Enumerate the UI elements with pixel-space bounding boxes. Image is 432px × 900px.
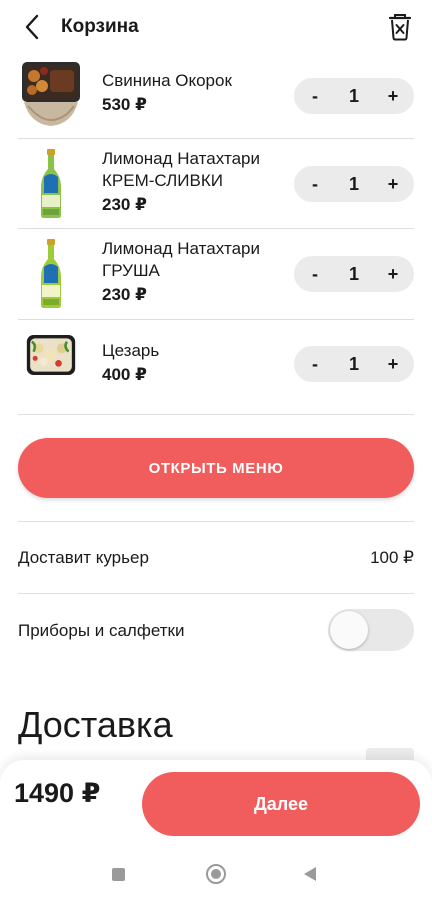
- cart-item: Лимонад Натахтари ГРУША 230 ₽ - 1 +: [18, 229, 414, 320]
- back-button[interactable]: [18, 12, 46, 42]
- decrease-button[interactable]: -: [304, 86, 326, 107]
- lemonade-bottle-image: [41, 239, 61, 308]
- caesar-salad-image: [26, 335, 76, 375]
- increase-button[interactable]: +: [382, 354, 404, 375]
- item-price: 230 ₽: [102, 285, 147, 304]
- checkout-bar: 1490 ₽ Далее: [0, 760, 432, 850]
- courier-price: 100 ₽: [370, 548, 414, 567]
- cart-item: Свинина Окорок 530 ₽ - 1 +: [18, 50, 414, 139]
- quantity-value: 1: [348, 353, 359, 374]
- quantity-stepper: - 1 +: [294, 78, 414, 114]
- cutlery-label: Приборы и салфетки: [18, 621, 185, 640]
- quantity-stepper: - 1 +: [294, 346, 414, 382]
- trash-icon: [388, 14, 412, 41]
- item-price: 530 ₽: [102, 95, 147, 114]
- quantity-value: 1: [348, 85, 359, 106]
- cutlery-row: Приборы и салфетки: [18, 609, 414, 651]
- next-button[interactable]: Далее: [142, 772, 420, 836]
- item-name: Лимонад Натахтари КРЕМ-СЛИВКИ: [102, 149, 260, 190]
- divider: [18, 521, 414, 522]
- chevron-left-icon: [25, 14, 39, 40]
- home-icon[interactable]: [206, 864, 226, 884]
- cart-list: Свинина Окорок 530 ₽ - 1 + Лимонад Натах…: [18, 50, 414, 415]
- cutlery-toggle[interactable]: [328, 609, 414, 651]
- clear-cart-button[interactable]: [386, 12, 414, 42]
- toggle-knob: [330, 611, 368, 649]
- lemonade-bottle-image: [41, 149, 61, 218]
- item-name: Цезарь: [102, 341, 160, 360]
- order-total: 1490 ₽: [14, 778, 101, 808]
- item-price: 230 ₽: [102, 195, 147, 214]
- quantity-value: 1: [348, 173, 359, 194]
- increase-button[interactable]: +: [382, 86, 404, 107]
- cart-item: Цезарь 400 ₽ - 1 +: [18, 320, 414, 415]
- increase-button[interactable]: +: [382, 174, 404, 195]
- back-triangle-icon[interactable]: [304, 867, 316, 881]
- app-header: Корзина: [0, 0, 432, 56]
- courier-row: Доставит курьер 100 ₽: [18, 548, 414, 568]
- cart-item: Лимонад Натахтари КРЕМ-СЛИВКИ 230 ₽ - 1 …: [18, 139, 414, 229]
- item-name: Свинина Окорок: [102, 71, 232, 90]
- divider: [18, 593, 414, 594]
- courier-label: Доставит курьер: [18, 548, 149, 567]
- decrease-button[interactable]: -: [304, 264, 326, 285]
- system-nav-bar: [0, 850, 432, 900]
- quantity-value: 1: [348, 263, 359, 284]
- delivery-section-title: Доставка: [18, 704, 173, 745]
- recent-apps-icon[interactable]: [112, 868, 125, 881]
- quantity-stepper: - 1 +: [294, 166, 414, 202]
- quantity-stepper: - 1 +: [294, 256, 414, 292]
- item-price: 400 ₽: [102, 365, 147, 384]
- decrease-button[interactable]: -: [304, 354, 326, 375]
- page-title: Корзина: [61, 16, 139, 37]
- decrease-button[interactable]: -: [304, 174, 326, 195]
- open-menu-button[interactable]: ОТКРЫТЬ МЕНЮ: [18, 438, 414, 498]
- pork-dish-image: [22, 62, 80, 126]
- item-name: Лимонад Натахтари ГРУША: [102, 239, 260, 280]
- increase-button[interactable]: +: [382, 264, 404, 285]
